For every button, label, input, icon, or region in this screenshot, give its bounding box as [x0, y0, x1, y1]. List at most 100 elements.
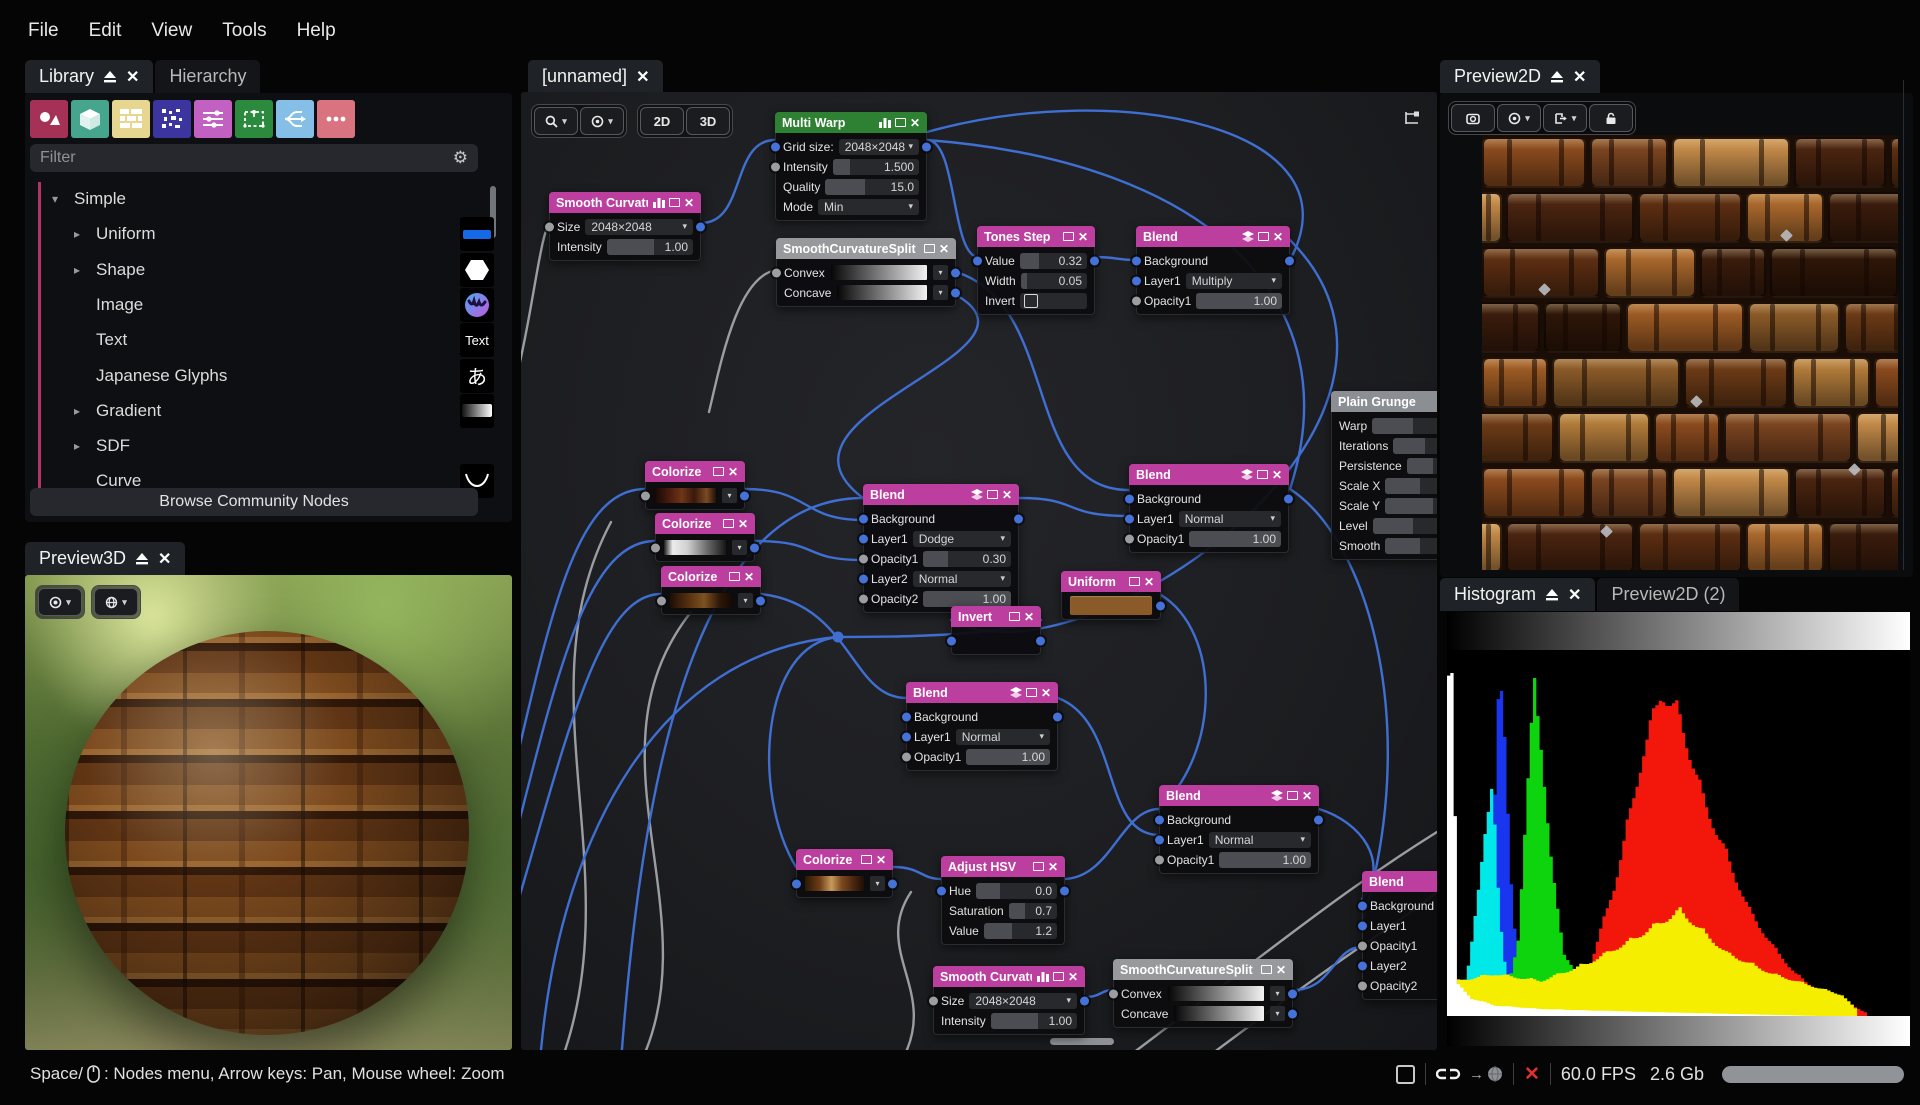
input-port[interactable]	[545, 222, 554, 231]
node-smooth-curvature[interactable]: Smooth Curvature ✕ Size 2048×2048▾ Intensity…	[545, 192, 705, 261]
param-slider[interactable]: 1.00	[606, 238, 693, 255]
routing-category-icon[interactable]	[276, 100, 314, 138]
param-slider[interactable]: 0.7	[1008, 902, 1057, 919]
param-slider[interactable]	[1406, 457, 1437, 474]
param-slider[interactable]	[1385, 477, 1437, 494]
gradient-dropdown[interactable]: ▾	[722, 488, 737, 503]
menu-file[interactable]: File	[28, 20, 59, 42]
gradient-editor[interactable]	[653, 487, 717, 504]
input-port[interactable]	[771, 142, 780, 151]
node-header[interactable]: Plain Grunge	[1331, 391, 1437, 412]
input-port[interactable]	[1358, 981, 1367, 990]
tree-item-shape[interactable]: ▸ Shape	[74, 255, 145, 285]
filter-input[interactable]: Filter ⚙	[30, 144, 478, 172]
close-icon[interactable]: ✕	[1068, 970, 1078, 984]
param-dropdown[interactable]: Normal ▾	[1178, 510, 1281, 527]
gradient-editor[interactable]	[836, 284, 928, 301]
window-icon[interactable]	[1260, 963, 1272, 977]
output-port[interactable]	[951, 268, 960, 277]
node-colorize[interactable]: Colorize ✕ ▾	[657, 566, 765, 615]
snapshot-camera-button[interactable]	[1451, 104, 1495, 132]
menu-edit[interactable]: Edit	[89, 20, 122, 42]
param-slider[interactable]: 1.00	[923, 590, 1011, 607]
param-slider[interactable]: 1.2	[983, 922, 1057, 939]
window-icon[interactable]	[1032, 860, 1044, 874]
close-icon[interactable]: ✕	[1272, 468, 1282, 482]
tree-item-image[interactable]: Image	[74, 290, 143, 320]
param-dropdown[interactable]: Normal ▾	[955, 728, 1050, 745]
close-icon[interactable]: ✕	[910, 116, 920, 130]
window-icon[interactable]	[894, 116, 906, 130]
close-icon[interactable]: ✕	[1302, 789, 1312, 803]
tab-library[interactable]: Library ✕	[25, 60, 154, 93]
window-icon[interactable]	[722, 517, 734, 531]
input-port[interactable]	[772, 268, 781, 277]
tree-item-uniform[interactable]: ▸ Uniform	[74, 219, 156, 249]
close-icon[interactable]: ✕	[684, 196, 694, 210]
node-blend[interactable]: Blend ✕ Background Layer1 Normal ▾ Opacity1 1.0…	[902, 682, 1062, 771]
close-icon[interactable]: ✕	[728, 465, 738, 479]
input-port[interactable]	[1132, 256, 1141, 265]
window-icon[interactable]	[923, 242, 935, 256]
browse-community-nodes-button[interactable]: Browse Community Nodes	[30, 488, 478, 516]
node-graph-canvas[interactable]: ▾ ▾ 2D 3D Multi Warp ✕ Grid size: 2048×2048…	[521, 92, 1437, 1050]
tab-hierarchy[interactable]: Hierarchy	[155, 60, 261, 93]
chevron-right-icon[interactable]: ▸	[74, 404, 88, 418]
layers-icon[interactable]	[1270, 790, 1283, 801]
input-port[interactable]	[902, 712, 911, 721]
input-port[interactable]	[1358, 961, 1367, 970]
export-button[interactable]: ▾	[1543, 104, 1587, 132]
output-port[interactable]	[1053, 712, 1062, 721]
node-blend[interactable]: Blend ✕ Background Layer1 Multiply ▾ Opacity1 1…	[1132, 226, 1294, 315]
input-port[interactable]	[1155, 835, 1164, 844]
input-port[interactable]	[859, 554, 868, 563]
output-port[interactable]	[696, 222, 705, 231]
chevron-right-icon[interactable]: ▸	[74, 227, 88, 241]
close-icon[interactable]: ✕	[158, 549, 171, 569]
input-port[interactable]	[1132, 276, 1141, 285]
input-port[interactable]	[771, 162, 780, 171]
node-header[interactable]: Blend ✕	[1136, 226, 1290, 247]
param-slider[interactable]: 1.00	[1219, 851, 1311, 868]
arrange-graph-icon[interactable]	[1403, 110, 1421, 126]
transform-category-icon[interactable]	[235, 100, 273, 138]
layers-icon[interactable]	[1241, 231, 1254, 242]
output-port[interactable]	[1314, 815, 1323, 824]
node-header[interactable]: Blend ✕	[863, 484, 1019, 505]
window-icon[interactable]	[1025, 686, 1037, 700]
node-blend[interactable]: Blend ✕ Background Layer1 Normal ▾ Opacity1 1.0…	[1125, 464, 1293, 553]
settings-gear-icon[interactable]: ⚙	[453, 148, 468, 168]
window-icon[interactable]	[860, 853, 872, 867]
input-port[interactable]	[859, 514, 868, 523]
eject-icon[interactable]	[1550, 70, 1564, 83]
window-icon[interactable]	[986, 488, 998, 502]
gradient-editor[interactable]	[829, 264, 928, 281]
param-dropdown[interactable]: Min ▾	[818, 198, 919, 215]
gradient-dropdown[interactable]: ▾	[1270, 986, 1285, 1001]
param-slider[interactable]: 1.00	[1196, 292, 1282, 309]
gradient-editor[interactable]	[804, 875, 865, 892]
lock-button[interactable]	[1589, 104, 1633, 132]
close-icon[interactable]: ✕	[744, 570, 754, 584]
tab-graph-unnamed[interactable]: [unnamed] ✕	[528, 60, 664, 93]
window-icon[interactable]	[668, 196, 680, 210]
param-slider[interactable]: 0.0	[976, 882, 1057, 899]
preview3d-environment-button[interactable]: ▾	[94, 588, 138, 616]
preview3d-model-button[interactable]: ▾	[38, 588, 82, 616]
chevron-right-icon[interactable]: ▸	[74, 263, 88, 277]
node-header[interactable]: Smooth Curvature ✕	[933, 966, 1085, 987]
close-icon[interactable]: ✕	[1144, 575, 1154, 589]
input-port[interactable]	[1358, 941, 1367, 950]
node-header[interactable]: Colorize ✕	[655, 513, 755, 534]
window-icon[interactable]	[1257, 230, 1269, 244]
param-slider[interactable]: 1.00	[990, 1012, 1077, 1029]
node-header[interactable]: Multi Warp ✕	[775, 112, 927, 133]
window-icon[interactable]	[1008, 610, 1020, 624]
panel-splitter[interactable]	[1903, 80, 1904, 570]
shapes-category-icon[interactable]	[30, 100, 68, 138]
tree-item-gradient[interactable]: ▸ Gradient	[74, 396, 161, 426]
graph-icon[interactable]	[1036, 971, 1049, 982]
input-port[interactable]	[1132, 296, 1141, 305]
gradient-dropdown[interactable]: ▾	[933, 265, 948, 280]
layers-icon[interactable]	[970, 489, 983, 500]
